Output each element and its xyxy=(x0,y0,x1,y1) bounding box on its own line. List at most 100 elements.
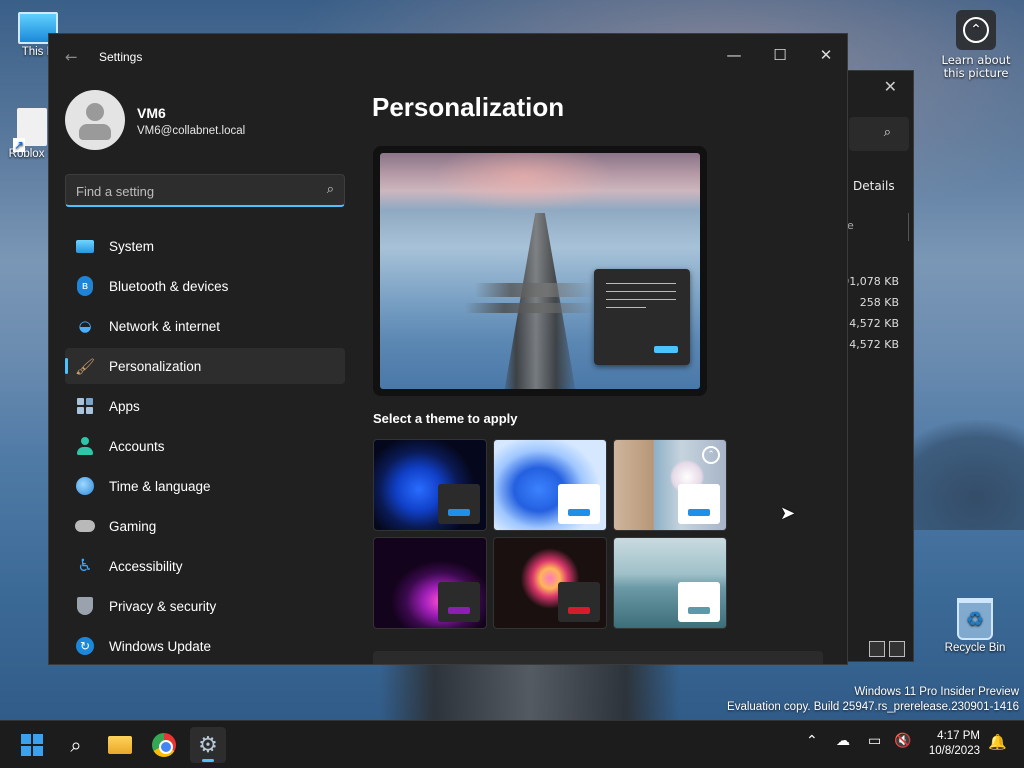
theme-tile-captured-motion[interactable] xyxy=(493,537,607,629)
settings-window: ← Settings — ☐ ✕ VM6 VM6@collabnet.local… xyxy=(48,33,848,665)
sidebar-item-gaming[interactable]: Gaming xyxy=(65,508,345,544)
preview-window xyxy=(594,269,690,365)
settings-search[interactable]: ⌕ xyxy=(65,174,345,207)
close-button[interactable]: ✕ xyxy=(803,40,847,70)
sidebar-item-time-language[interactable]: Time & language xyxy=(65,468,345,504)
avatar xyxy=(65,90,125,150)
monitor-icon xyxy=(75,236,95,256)
desktop-icon-learn-about-picture[interactable]: ⌃ Learn about this picture xyxy=(938,10,1014,80)
accessibility-icon: ♿ xyxy=(77,556,93,576)
settings-card[interactable] xyxy=(373,651,823,664)
size-cell: 258 KB xyxy=(859,296,899,309)
theme-card xyxy=(438,484,480,524)
apps-icon xyxy=(75,396,95,416)
sidebar-item-label: Accounts xyxy=(109,438,165,454)
theme-tile-flow[interactable] xyxy=(613,537,727,629)
page-title: Personalization xyxy=(372,92,565,122)
sidebar-item-label: Accessibility xyxy=(109,558,183,574)
person-icon xyxy=(75,436,95,456)
thumbnail-view-icon[interactable] xyxy=(889,641,905,657)
shield-icon xyxy=(75,596,95,616)
theme-button-swatch xyxy=(448,509,470,516)
settings-nav: System ʙ Bluetooth & devices ◒ Network &… xyxy=(65,228,345,664)
recycle-bin-icon: ♻ xyxy=(957,598,993,640)
sidebar-item-label: Gaming xyxy=(109,518,157,534)
theme-button-swatch xyxy=(568,607,590,614)
network-icon[interactable]: ▭ xyxy=(868,733,881,749)
theme-tile-windows-light[interactable] xyxy=(493,439,607,531)
theme-preview xyxy=(373,146,707,396)
theme-card xyxy=(678,582,720,622)
onedrive-icon[interactable]: ☁ xyxy=(836,733,850,749)
clock-date: 10/8/2023 xyxy=(928,745,980,757)
theme-heading: Select a theme to apply xyxy=(373,411,518,426)
sidebar-item-network[interactable]: ◒ Network & internet xyxy=(65,308,345,344)
details-view-icon[interactable] xyxy=(869,641,885,657)
brush-icon: 🖌 xyxy=(74,356,96,376)
sidebar-item-label: Time & language xyxy=(109,478,211,494)
sidebar-item-label: Network & internet xyxy=(109,318,221,334)
taskbar-search-button[interactable]: ⌕ xyxy=(58,727,94,763)
title-bar[interactable]: ← Settings — ☐ ✕ xyxy=(49,34,847,82)
mouse-cursor-icon: ➤ xyxy=(780,503,796,524)
spotlight-icon: ⌃ xyxy=(702,446,720,464)
sidebar-item-system[interactable]: System xyxy=(65,228,345,264)
back-arrow-icon[interactable]: ← xyxy=(65,48,78,66)
user-email: VM6@collabnet.local xyxy=(137,125,246,137)
sidebar-item-bluetooth[interactable]: ʙ Bluetooth & devices xyxy=(65,268,345,304)
sidebar-item-label: Bluetooth & devices xyxy=(109,278,229,294)
taskbar-settings[interactable]: ⚙ xyxy=(190,727,226,763)
size-cell: 4,572 KB xyxy=(849,338,899,351)
theme-grid: ⌃ xyxy=(373,439,729,629)
desktop-icon-label: Recycle Bin xyxy=(944,642,1006,654)
update-icon: ↻ xyxy=(75,636,95,656)
clock-time: 4:17 PM xyxy=(937,730,980,742)
user-profile[interactable]: VM6 VM6@collabnet.local xyxy=(65,90,345,150)
background-search-box[interactable]: ⌕ xyxy=(849,117,909,151)
notification-bell-icon[interactable]: 🔔 xyxy=(988,733,1007,751)
sidebar-item-privacy[interactable]: Privacy & security xyxy=(65,588,345,624)
taskbar-chrome[interactable] xyxy=(146,727,182,763)
view-toggle[interactable] xyxy=(869,641,905,657)
gamepad-icon xyxy=(75,516,95,536)
theme-button-swatch xyxy=(568,509,590,516)
sidebar-item-label: Windows Update xyxy=(109,638,212,654)
taskbar-clock[interactable]: 4:17 PM 10/8/2023 xyxy=(929,729,980,759)
theme-tile-spotlight[interactable]: ⌃ xyxy=(613,439,727,531)
details-tab[interactable]: Details xyxy=(853,179,895,193)
maximize-button[interactable]: ☐ xyxy=(757,40,803,70)
taskbar: ⌕ ⚙ ⌃ ☁ ▭ 🔇 4:17 PM 10/8/2023 🔔 xyxy=(0,720,1024,768)
theme-button-swatch xyxy=(448,607,470,614)
sidebar-item-label: Privacy & security xyxy=(109,598,217,614)
theme-tile-glow[interactable] xyxy=(373,537,487,629)
chevron-up-icon[interactable]: ⌃ xyxy=(806,733,818,749)
start-button[interactable] xyxy=(14,727,50,763)
sidebar-item-windows-update[interactable]: ↻ Windows Update xyxy=(65,628,345,664)
wifi-icon: ◒ xyxy=(78,317,92,335)
search-icon: ⌕ xyxy=(326,182,334,197)
spotlight-icon: ⌃ xyxy=(956,10,996,50)
shortcut-file-icon xyxy=(13,108,47,152)
volume-muted-icon[interactable]: 🔇 xyxy=(894,733,911,749)
window-title: Settings xyxy=(99,50,143,64)
search-icon: ⌕ xyxy=(883,125,891,140)
folder-icon xyxy=(108,736,132,754)
search-input[interactable] xyxy=(76,181,316,201)
sidebar-item-accessibility[interactable]: ♿ Accessibility xyxy=(65,548,345,584)
sidebar-item-personalization[interactable]: 🖌 Personalization xyxy=(65,348,345,384)
globe-clock-icon xyxy=(75,476,95,496)
theme-card xyxy=(558,582,600,622)
desktop-icon-recycle-bin[interactable]: ♻ Recycle Bin xyxy=(935,598,1015,654)
desktop-icon-label: Learn about this picture xyxy=(941,53,1011,80)
sidebar-item-apps[interactable]: Apps xyxy=(65,388,345,424)
evaluation-watermark: Windows 11 Pro Insider Preview Evaluatio… xyxy=(727,686,1019,713)
close-icon[interactable]: ✕ xyxy=(884,77,897,96)
user-name: VM6 xyxy=(137,105,166,121)
taskbar-file-explorer[interactable] xyxy=(102,727,138,763)
sidebar-item-accounts[interactable]: Accounts xyxy=(65,428,345,464)
sidebar-item-label: Personalization xyxy=(109,358,202,374)
minimize-button[interactable]: — xyxy=(711,40,757,70)
theme-tile-windows-dark[interactable] xyxy=(373,439,487,531)
bluetooth-icon: ʙ xyxy=(75,276,95,296)
windows-logo-icon xyxy=(21,734,43,756)
